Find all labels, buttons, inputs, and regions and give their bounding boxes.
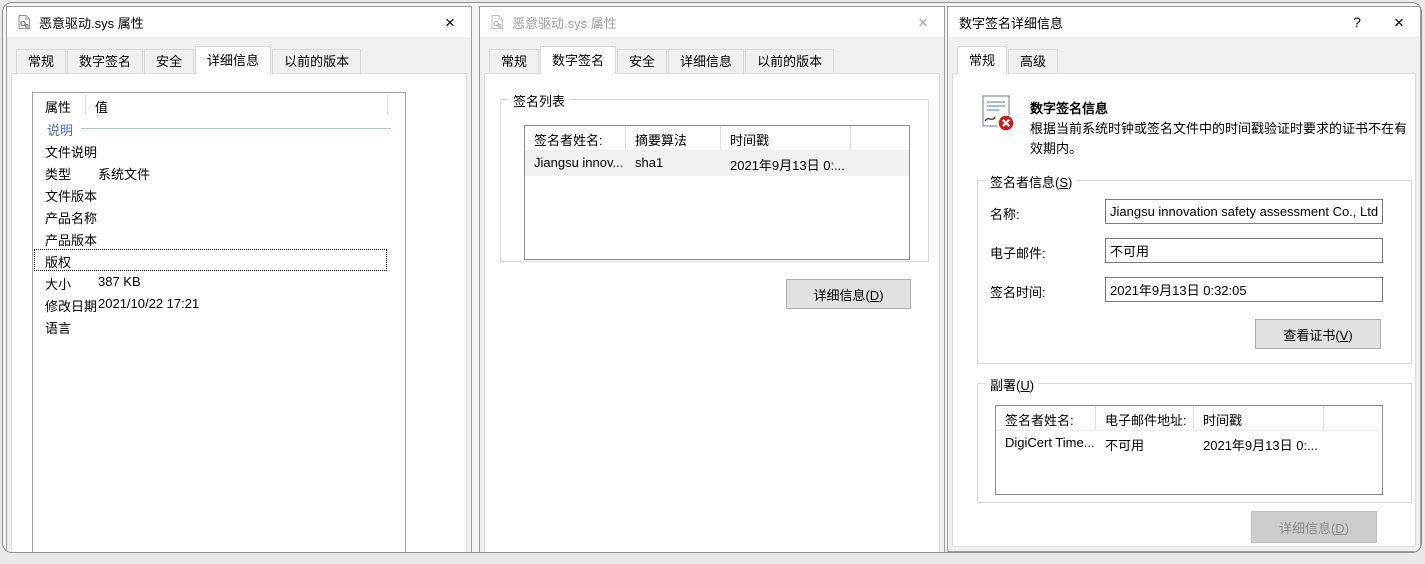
group-label: 签名者信息(S) <box>986 172 1076 191</box>
table-row[interactable]: 大小 387 KB <box>33 271 405 293</box>
column-header-blank <box>851 126 909 150</box>
tab-digital-signatures[interactable]: 数字签名 <box>67 49 143 73</box>
column-separator <box>387 95 388 114</box>
list-item-countersignature[interactable]: DigiCert Time... 不可用 2021年9月13日 0:... <box>996 431 1382 456</box>
table-row[interactable]: 修改日期 2021/10/22 17:21 <box>33 293 405 315</box>
titlebar[interactable]: 恶意驱动.sys 属性 × <box>7 7 471 37</box>
view-certificate-button[interactable]: 查看证书(V) <box>1255 319 1381 349</box>
tab-page-digital-signatures: 签名列表 签名者姓名: 摘要算法 时间戳 Jiangsu innov... sh… <box>484 73 940 553</box>
tab-previous-versions[interactable]: 以前的版本 <box>272 49 361 73</box>
tab-strip: 常规 数字签名 安全 详细信息 以前的版本 <box>16 46 362 74</box>
titlebar[interactable]: 数字签名详细信息 ? × <box>948 7 1420 37</box>
tab-security[interactable]: 安全 <box>617 49 667 73</box>
close-icon[interactable]: × <box>429 7 471 37</box>
countersignatures-group: 副署(U) 签名者姓名: 电子邮件地址: 时间戳 DigiCert Time..… <box>977 383 1412 503</box>
column-header-blank <box>1324 406 1382 430</box>
details-button-disabled: 详细信息(D) <box>1251 511 1377 543</box>
signing-time-field[interactable] <box>1105 277 1383 302</box>
name-label: 名称: <box>990 204 1020 223</box>
tab-general[interactable]: 常规 <box>957 46 1007 74</box>
signature-list: 签名者姓名: 摘要算法 时间戳 Jiangsu innov... sha1 20… <box>524 125 910 260</box>
tab-details[interactable]: 详细信息 <box>195 46 271 74</box>
table-row[interactable]: 文件说明 <box>33 139 405 161</box>
table-row[interactable]: 产品名称 <box>33 205 405 227</box>
window-digital-signature-details: 数字签名详细信息 ? × 常规 高级 数字签名信息 根据当前系统时钟或签名文件中… <box>947 6 1421 552</box>
focus-rectangle <box>34 249 387 271</box>
tab-page-general: 数字签名信息 根据当前系统时钟或签名文件中的时间戳验证时要求的证书不在有效期内。… <box>952 73 1416 547</box>
window-file-properties-signatures: 恶意驱动.sys 属性 × 常规 数字签名 安全 详细信息 以前的版本 签名列表… <box>479 6 945 553</box>
email-label: 电子邮件: <box>990 243 1046 262</box>
column-header-property[interactable]: 属性 <box>45 97 71 116</box>
section-rule <box>81 128 391 129</box>
sys-file-icon <box>16 14 32 30</box>
signature-list-group: 签名列表 签名者姓名: 摘要算法 时间戳 Jiangsu innov... sh… <box>500 99 929 262</box>
window-title: 恶意驱动.sys 属性 <box>39 13 144 32</box>
tab-advanced[interactable]: 高级 <box>1008 49 1058 73</box>
column-header-email-address[interactable]: 电子邮件地址: <box>1096 406 1194 430</box>
tab-previous-versions[interactable]: 以前的版本 <box>745 49 834 73</box>
section-label: 说明 <box>47 120 73 139</box>
tab-digital-signatures[interactable]: 数字签名 <box>540 46 616 74</box>
signature-info-message: 根据当前系统时钟或签名文件中的时间戳验证时要求的证书不在有效期内。 <box>1030 119 1412 159</box>
close-icon[interactable]: × <box>1378 7 1420 37</box>
group-label: 签名列表 <box>509 91 569 110</box>
details-property-table: 属性 值 说明 文件说明 类型 系统文件 文件版 <box>32 92 406 553</box>
column-separator <box>85 95 86 114</box>
table-row[interactable]: 语言 <box>33 315 405 337</box>
window-title: 数字签名详细信息 <box>959 13 1063 32</box>
details-table-header: 属性 值 <box>33 93 405 117</box>
list-item-signature[interactable]: Jiangsu innov... sha1 2021年9月13日 0:... <box>525 151 909 176</box>
titlebar[interactable]: 恶意驱动.sys 属性 × <box>480 7 944 37</box>
tab-strip: 常规 数字签名 安全 详细信息 以前的版本 <box>489 46 835 74</box>
window-file-properties-details: 恶意驱动.sys 属性 × 常规 数字签名 安全 详细信息 以前的版本 属性 值… <box>6 6 472 553</box>
table-row[interactable]: 类型 系统文件 <box>33 161 405 183</box>
column-header-value[interactable]: 值 <box>95 97 108 116</box>
column-header-timestamp[interactable]: 时间戳 <box>721 126 851 150</box>
details-section-description: 说明 <box>33 117 405 139</box>
column-header-signer-name[interactable]: 签名者姓名: <box>525 126 626 150</box>
screenshot-canvas: 恶意驱动.sys 属性 × 常规 数字签名 安全 详细信息 以前的版本 属性 值… <box>2 2 1422 553</box>
details-button[interactable]: 详细信息(D) <box>786 279 911 309</box>
sys-file-icon <box>489 14 505 30</box>
window-title: 恶意驱动.sys 属性 <box>512 13 617 32</box>
list-header: 签名者姓名: 电子邮件地址: 时间戳 <box>996 406 1382 431</box>
column-header-timestamp[interactable]: 时间戳 <box>1194 406 1324 430</box>
table-row[interactable]: 文件版本 <box>33 183 405 205</box>
table-row[interactable]: 产品版本 <box>33 227 405 249</box>
signature-info-heading: 数字签名信息 <box>1030 98 1108 117</box>
tab-general[interactable]: 常规 <box>489 49 539 73</box>
group-label: 副署(U) <box>986 375 1038 394</box>
tab-general[interactable]: 常规 <box>16 49 66 73</box>
column-header-signer-name[interactable]: 签名者姓名: <box>996 406 1096 430</box>
countersignature-list: 签名者姓名: 电子邮件地址: 时间戳 DigiCert Time... 不可用 … <box>995 405 1383 495</box>
signature-error-icon <box>979 94 1015 132</box>
help-icon[interactable]: ? <box>1336 7 1378 37</box>
tab-details[interactable]: 详细信息 <box>668 49 744 73</box>
close-icon[interactable]: × <box>902 7 944 37</box>
list-header: 签名者姓名: 摘要算法 时间戳 <box>525 126 909 151</box>
column-header-digest-algorithm[interactable]: 摘要算法 <box>626 126 721 150</box>
signing-time-label: 签名时间: <box>990 282 1046 301</box>
table-row-selected[interactable]: 版权 <box>33 249 405 271</box>
tab-strip: 常规 高级 <box>957 46 1059 74</box>
signer-name-field[interactable] <box>1105 199 1383 224</box>
signer-email-field[interactable] <box>1105 238 1383 263</box>
tab-page-details: 属性 值 说明 文件说明 类型 系统文件 文件版 <box>11 73 467 553</box>
tab-security[interactable]: 安全 <box>144 49 194 73</box>
signer-info-group: 签名者信息(S) 名称: 电子邮件: 签名时间: 查看证书(V) <box>977 180 1412 364</box>
